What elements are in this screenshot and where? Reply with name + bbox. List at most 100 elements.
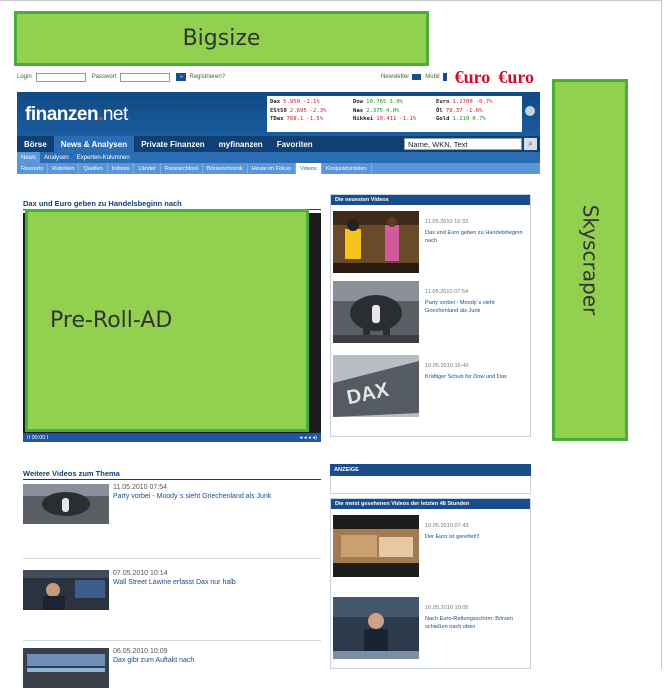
- ticker-change: -1.6%: [465, 107, 483, 114]
- main-nav-item[interactable]: Favoriten: [270, 136, 320, 152]
- euro-logo-2[interactable]: €uro: [498, 68, 534, 86]
- sub-nav-item[interactable]: News: [17, 152, 41, 163]
- ticker-value: 768.1: [286, 116, 304, 123]
- video-link[interactable]: Nach Euro-Rettungsschirm: Börsen schieße…: [425, 615, 525, 631]
- phone-icon[interactable]: [442, 73, 447, 81]
- advertisement-box: [330, 476, 531, 494]
- login-field[interactable]: [35, 72, 86, 82]
- ticker-cell[interactable]: Gold 1.210 0.7%: [436, 116, 519, 122]
- main-nav-item[interactable]: myfinanzen: [212, 136, 270, 152]
- newsletter-link[interactable]: Newsletter: [381, 74, 409, 80]
- video-link[interactable]: Party vorbei - Moody´s sieht Griechenlan…: [425, 299, 525, 315]
- login-label: Login: [17, 74, 32, 80]
- related-video-item[interactable]: 06.05.2010 10:09 Dax gibt zum Auftakt na…: [23, 648, 321, 692]
- ticker-name: Nas: [353, 107, 364, 114]
- ressort-nav-item[interactable]: Rubriken: [48, 163, 80, 174]
- ressort-nav-item[interactable]: Heute im Fokus: [248, 163, 296, 174]
- divider: [23, 479, 321, 480]
- video-link[interactable]: Dax gibt zum Auftakt nach: [113, 657, 318, 666]
- ticker-value: 2.375: [366, 107, 383, 114]
- main-navigation: Börse News & Analysen Private Finanzen myfi…: [17, 136, 540, 152]
- video-thumbnail[interactable]: [23, 570, 109, 610]
- mail-icon[interactable]: [412, 74, 422, 80]
- video-thumbnail[interactable]: [333, 211, 419, 273]
- sub-nav-item[interactable]: Analysen: [40, 152, 73, 163]
- ticker-change: -1.1%: [302, 99, 320, 106]
- ticker-cell[interactable]: ESt50 2.695 -2.3%: [270, 108, 353, 114]
- video-thumbnail[interactable]: DAX: [333, 355, 419, 417]
- video-thumbnail[interactable]: [333, 281, 419, 343]
- video-list-item[interactable]: 10.05.2010 07:43 Der Euro ist gerettet!!…: [333, 515, 530, 581]
- ticker-change: -0.7%: [475, 99, 493, 106]
- video-thumbnail[interactable]: [23, 484, 109, 524]
- video-list-item[interactable]: 11.05.2010 07:54 Party vorbei - Moody´s …: [333, 281, 530, 347]
- main-nav-item[interactable]: News & Analysen: [53, 136, 135, 152]
- ressort-nav-item[interactable]: Ressorts: [17, 163, 49, 174]
- main-nav-item[interactable]: Börse: [17, 136, 54, 152]
- ticker-value: 10.411: [376, 116, 397, 123]
- advertisement-label: ANZEIGE: [330, 464, 531, 476]
- ressort-nav-item[interactable]: Konjunkturdaten: [322, 163, 372, 174]
- ticker-cell[interactable]: TDax 768.1 -1.5%: [270, 116, 353, 122]
- ticker-name: Öl: [436, 107, 443, 114]
- ressort-nav-item[interactable]: Quellen: [79, 163, 108, 174]
- ressort-nav-item[interactable]: Researchtool: [161, 163, 203, 174]
- related-video-item[interactable]: 07.05.2010 10:14 Wall Street Lawine erfa…: [23, 570, 321, 614]
- register-button[interactable]: »: [176, 73, 187, 81]
- ticker-name: Euro: [436, 99, 450, 106]
- video-thumbnail[interactable]: [333, 597, 419, 659]
- video-thumbnail[interactable]: [23, 648, 109, 688]
- password-field[interactable]: [120, 72, 171, 82]
- sub-nav-item[interactable]: Experten-Kolumnen: [73, 152, 134, 163]
- video-list-item[interactable]: DAX 10.05.2010 16:40 Kräftiger Schub für…: [333, 355, 530, 421]
- video-link[interactable]: Kräftiger Schub für Dow und Dax: [425, 373, 525, 381]
- video-link[interactable]: Wall Street Lawine erfasst Dax nur halb: [113, 579, 318, 588]
- video-thumbnail[interactable]: [333, 515, 419, 577]
- video-link[interactable]: Der Euro ist gerettet!!!: [425, 533, 525, 541]
- video-list-item[interactable]: 11.05.2010 10:33 Dax und Euro geben zu H…: [333, 211, 530, 277]
- ticker-value: 2.695: [289, 107, 307, 114]
- ticker-row: Dax 5.950 -1.1% Dow 10.765 3.9% Euro 1.2700 -0.7…: [270, 98, 519, 107]
- video-date: 11.05.2010 07:54: [425, 289, 469, 295]
- newest-videos-heading: Die neuesten Videos: [331, 195, 530, 205]
- skyscraper-ad[interactable]: Skyscraper: [552, 79, 628, 441]
- video-date: 10.05.2010 10:05: [425, 605, 469, 611]
- ticker-cell[interactable]: Euro 1.2700 -0.7%: [436, 99, 519, 105]
- login-bar: Login Passwort » Registrieren? Newslette…: [17, 66, 540, 88]
- ticker-cell[interactable]: Dow 10.765 3.9%: [353, 99, 436, 105]
- video-link[interactable]: Dax und Euro geben zu Handelsbeginn nach: [425, 229, 525, 245]
- mobil-link[interactable]: Mobil: [425, 74, 439, 80]
- main-nav-item[interactable]: Private Finanzen: [134, 136, 212, 152]
- ticker-cell[interactable]: Nikkei 10.411 -1.1%: [353, 116, 436, 122]
- bigsize-ad[interactable]: Bigsize: [14, 11, 429, 66]
- ticker-change: -2.3%: [309, 107, 327, 114]
- ticker-value: 79.37: [445, 107, 463, 114]
- euro-logo-1[interactable]: €uro: [455, 68, 491, 86]
- preroll-ad[interactable]: Pre-Roll-AD: [25, 209, 309, 432]
- video-date: 07.05.2010 10:14: [113, 570, 168, 577]
- ticker-cell[interactable]: Dax 5.950 -1.1%: [270, 99, 353, 105]
- volume-control[interactable]: ◂ ◂ ◂ ◂): [300, 435, 317, 441]
- finanzen-net-logo[interactable]: finanzen.net: [25, 104, 128, 126]
- player-controls[interactable]: II 00:00 I ◂ ◂ ◂ ◂): [23, 433, 321, 442]
- ticker-cell[interactable]: Öl 79.37 -1.6%: [436, 108, 519, 114]
- video-link[interactable]: Party vorbei - Moody´s sieht Griechenlan…: [113, 493, 318, 502]
- related-video-item[interactable]: 11.05.2010 07:54 Party vorbei - Moody´s …: [23, 484, 321, 528]
- ressort-nav-item[interactable]: Länder: [134, 163, 161, 174]
- play-pause-button[interactable]: II 00:00 I: [27, 435, 48, 441]
- video-date: 06.05.2010 10:09: [113, 648, 168, 655]
- most-viewed-heading: Die meist gesehenen Videos der letzten 4…: [331, 499, 530, 509]
- ticker-value: 5.950: [283, 99, 300, 106]
- ressort-nav-item[interactable]: Videos: [295, 163, 322, 174]
- video-list-item[interactable]: 10.05.2010 10:05 Nach Euro-Rettungsschir…: [333, 597, 530, 663]
- search-icon[interactable]: ⌕: [524, 138, 537, 150]
- newest-videos-box: Die neuesten Videos 11.05.2010 10:33 Dax…: [330, 194, 531, 437]
- ticker-cell[interactable]: Nas 2.375 4.0%: [353, 108, 436, 114]
- ticker-settings-icon[interactable]: [525, 106, 535, 116]
- ressort-nav-item[interactable]: Indizes: [108, 163, 135, 174]
- search-input[interactable]: Name, WKN, Text: [404, 138, 522, 150]
- register-link[interactable]: Registrieren?: [189, 74, 225, 80]
- ticker-name: Dow: [353, 99, 364, 106]
- ressort-nav-item[interactable]: Börsenchronik: [203, 163, 248, 174]
- ticker-change: -1.1%: [399, 116, 417, 123]
